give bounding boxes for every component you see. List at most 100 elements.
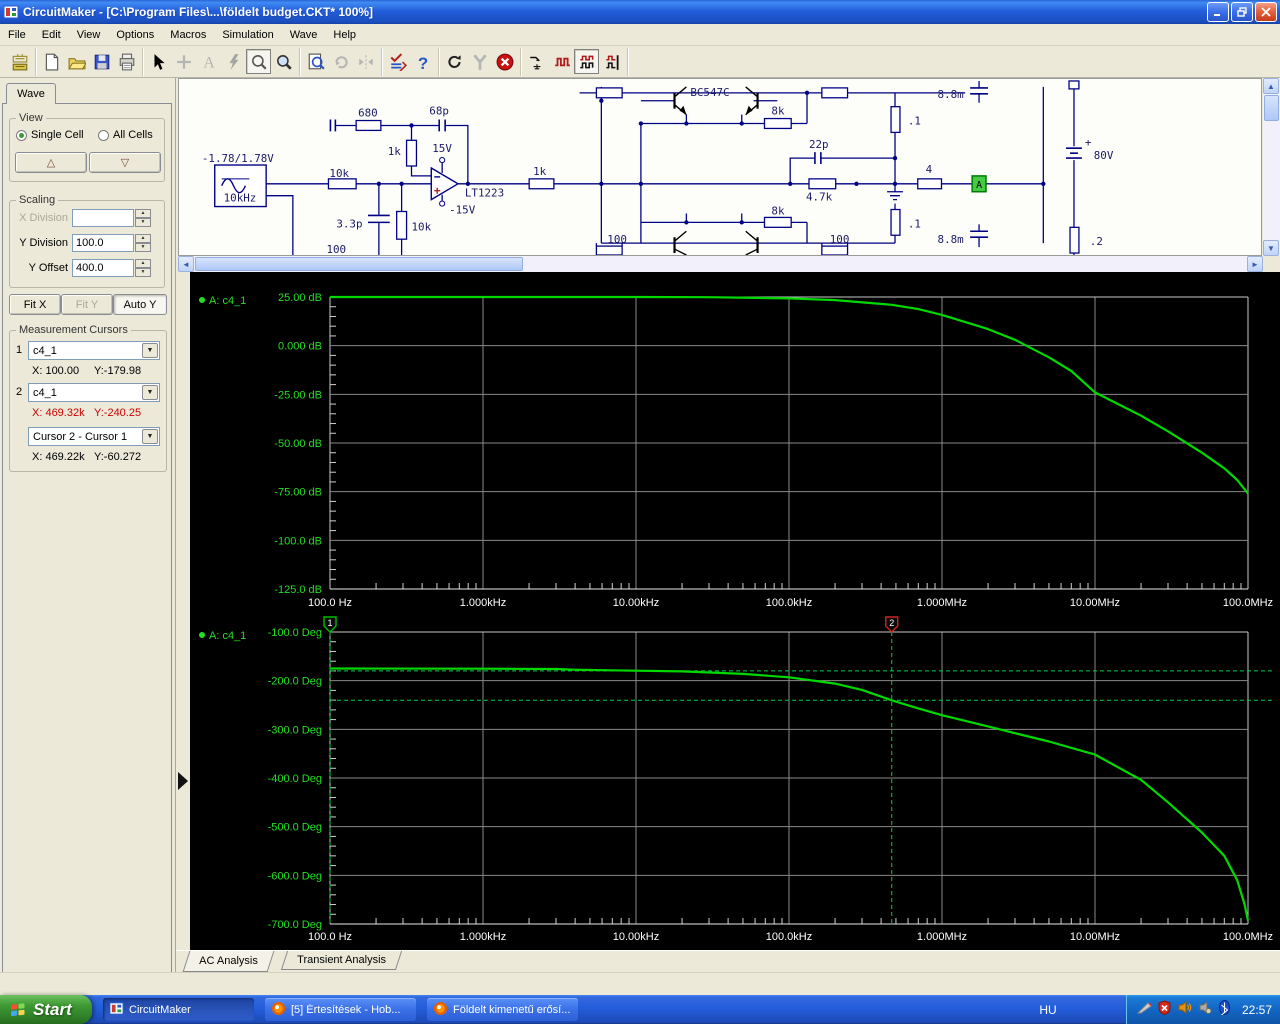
wire-tool-button[interactable] — [171, 49, 196, 74]
schematic-vscrollbar[interactable]: ▲ ▼ — [1263, 78, 1280, 256]
title-bar[interactable]: CircuitMaker - [C:\Program Files\...\föl… — [0, 0, 1280, 24]
cursor-diff-combo-arrow-icon[interactable]: ▼ — [142, 429, 158, 444]
mixer-icon[interactable] — [1197, 1000, 1212, 1020]
firefox-icon — [271, 1001, 286, 1019]
task-browser-1[interactable]: [5] Értesítések - Hob... — [265, 998, 416, 1021]
reset-simulation-icon — [446, 53, 464, 71]
bluetooth-icon[interactable] — [1217, 1000, 1232, 1020]
stop-simulation-button[interactable] — [492, 49, 517, 74]
y-division-spin-up[interactable]: ▲ — [135, 234, 151, 243]
print-button[interactable] — [114, 49, 139, 74]
splitter-arrow-icon[interactable] — [178, 772, 188, 790]
menu-file[interactable]: File — [0, 26, 34, 44]
radio-single-cell[interactable]: Single Cell — [16, 129, 84, 141]
save-file-button[interactable] — [89, 49, 114, 74]
cell-down-button[interactable]: ▽ — [89, 152, 161, 173]
x-division-spin-down[interactable]: ▼ — [135, 218, 151, 227]
new-file-button[interactable] — [39, 49, 64, 74]
schematic-hscrollbar[interactable]: ◄ ► — [178, 256, 1263, 272]
schematic-vscroll-thumb[interactable] — [1264, 95, 1279, 121]
menu-wave[interactable]: Wave — [282, 26, 326, 44]
waveform-probe-button[interactable] — [599, 49, 624, 74]
language-indicator[interactable]: HU — [1024, 995, 1072, 1024]
help-button[interactable]: ? — [410, 49, 435, 74]
menu-simulation[interactable]: Simulation — [214, 26, 281, 44]
tab-wave[interactable]: Wave — [6, 83, 56, 104]
waveform-plot-area[interactable]: 25.00 dB0.000 dB-25.00 dB-50.00 dB-75.00… — [190, 272, 1280, 950]
task-circuitmaker[interactable]: CircuitMaker — [103, 998, 254, 1021]
fit-y-button[interactable]: Fit Y — [61, 294, 113, 315]
component-label: -1.78/1.78V — [202, 152, 274, 165]
rotate-tool-button[interactable] — [328, 49, 353, 74]
menu-help[interactable]: Help — [325, 26, 364, 44]
tab-ac-analysis[interactable]: AC Analysis — [183, 951, 275, 972]
simulation-mode-button[interactable] — [385, 49, 410, 74]
radio-all-cells[interactable]: All Cells — [98, 129, 153, 141]
cell-up-button[interactable]: △ — [15, 152, 87, 173]
cursor-diff-combo[interactable]: Cursor 2 - Cursor 1 ▼ — [28, 427, 160, 446]
tab-transient-analysis[interactable]: Transient Analysis — [281, 951, 402, 970]
schematic-hscroll-thumb[interactable] — [195, 257, 523, 271]
component-label: BC547C — [690, 86, 729, 99]
tray-clock[interactable]: 22:57 — [1242, 1003, 1272, 1017]
scroll-up-icon[interactable]: ▲ — [1263, 78, 1279, 94]
parts-bin-button[interactable] — [7, 49, 32, 74]
delete-tool-button[interactable] — [221, 49, 246, 74]
legend-label: A: c4_1 — [209, 630, 246, 642]
radio-all-cells-dot[interactable] — [98, 130, 109, 141]
minimize-button[interactable] — [1207, 2, 1229, 22]
security-alert-icon[interactable] — [1157, 1000, 1172, 1020]
component-label: 10kHz — [224, 192, 257, 205]
probe-tool-button[interactable] — [467, 49, 492, 74]
open-file-button[interactable] — [64, 49, 89, 74]
component-label: 10k — [329, 167, 349, 180]
y-offset-spin-up[interactable]: ▲ — [135, 259, 151, 268]
x-division-spin-up[interactable]: ▲ — [135, 209, 151, 218]
zoom-window-tool-button[interactable] — [246, 49, 271, 74]
menu-view[interactable]: View — [69, 26, 109, 44]
waveform-digital-button[interactable] — [549, 49, 574, 74]
y-tick-label: -100.0 dB — [274, 535, 322, 547]
scroll-left-icon[interactable]: ◄ — [178, 256, 194, 272]
auto-y-button[interactable]: Auto Y — [113, 294, 167, 315]
radio-single-cell-dot[interactable] — [16, 130, 27, 141]
cursor1-combo-arrow-icon[interactable]: ▼ — [142, 343, 158, 358]
cursor1-signal-combo[interactable]: c4_1 ▼ — [28, 341, 160, 360]
component-label: -15V — [449, 203, 476, 216]
schematic-canvas[interactable]: A-1.78/1.78V10kHz10k3.3p10k1006801k68p15… — [178, 78, 1262, 256]
waveform-mixed-button[interactable] — [574, 49, 599, 74]
volume-icon[interactable] — [1177, 1000, 1192, 1020]
scaling-group: Scaling X Division ▲ ▼ Y Division ▲ ▼ — [9, 200, 165, 288]
y-division-spin-down[interactable]: ▼ — [135, 243, 151, 252]
task-browser-2[interactable]: Földelt kimenetű erősí... — [427, 998, 578, 1021]
cursor2-combo-arrow-icon[interactable]: ▼ — [142, 385, 158, 400]
close-button[interactable] — [1255, 2, 1277, 22]
y-offset-spinner: ▲ ▼ — [135, 259, 151, 277]
menu-macros[interactable]: Macros — [162, 26, 214, 44]
scroll-right-icon[interactable]: ► — [1247, 256, 1263, 272]
y-offset-spin-down[interactable]: ▼ — [135, 268, 151, 277]
windows-logo-icon — [8, 1000, 28, 1020]
y-division-input[interactable] — [72, 234, 134, 252]
y-offset-input[interactable] — [72, 259, 134, 277]
restore-button[interactable] — [1231, 2, 1253, 22]
view-group: View Single Cell All Cells △ ▽ — [9, 118, 165, 182]
x-division-input[interactable] — [72, 209, 134, 227]
scroll-down-icon[interactable]: ▼ — [1263, 240, 1279, 256]
find-part-button[interactable] — [303, 49, 328, 74]
text-tool-button[interactable]: A — [196, 49, 221, 74]
start-button[interactable]: Start — [0, 995, 92, 1024]
menu-options[interactable]: Options — [108, 26, 162, 44]
cursor2-signal-combo[interactable]: c4_1 ▼ — [28, 383, 160, 402]
arrow-tool-button[interactable] — [146, 49, 171, 74]
graphics-pen-icon[interactable] — [1137, 1000, 1152, 1020]
legend-label: A: c4_1 — [209, 295, 246, 307]
y-tick-label: -600.0 Deg — [268, 870, 322, 882]
fit-x-button[interactable]: Fit X — [9, 294, 61, 315]
mirror-tool-button[interactable] — [353, 49, 378, 74]
menu-edit[interactable]: Edit — [34, 26, 69, 44]
cursor1-x-value: X: 100.00 — [32, 365, 79, 377]
zoom-tool-button[interactable] — [271, 49, 296, 74]
reset-simulation-button[interactable] — [442, 49, 467, 74]
waveform-step-button[interactable] — [524, 49, 549, 74]
